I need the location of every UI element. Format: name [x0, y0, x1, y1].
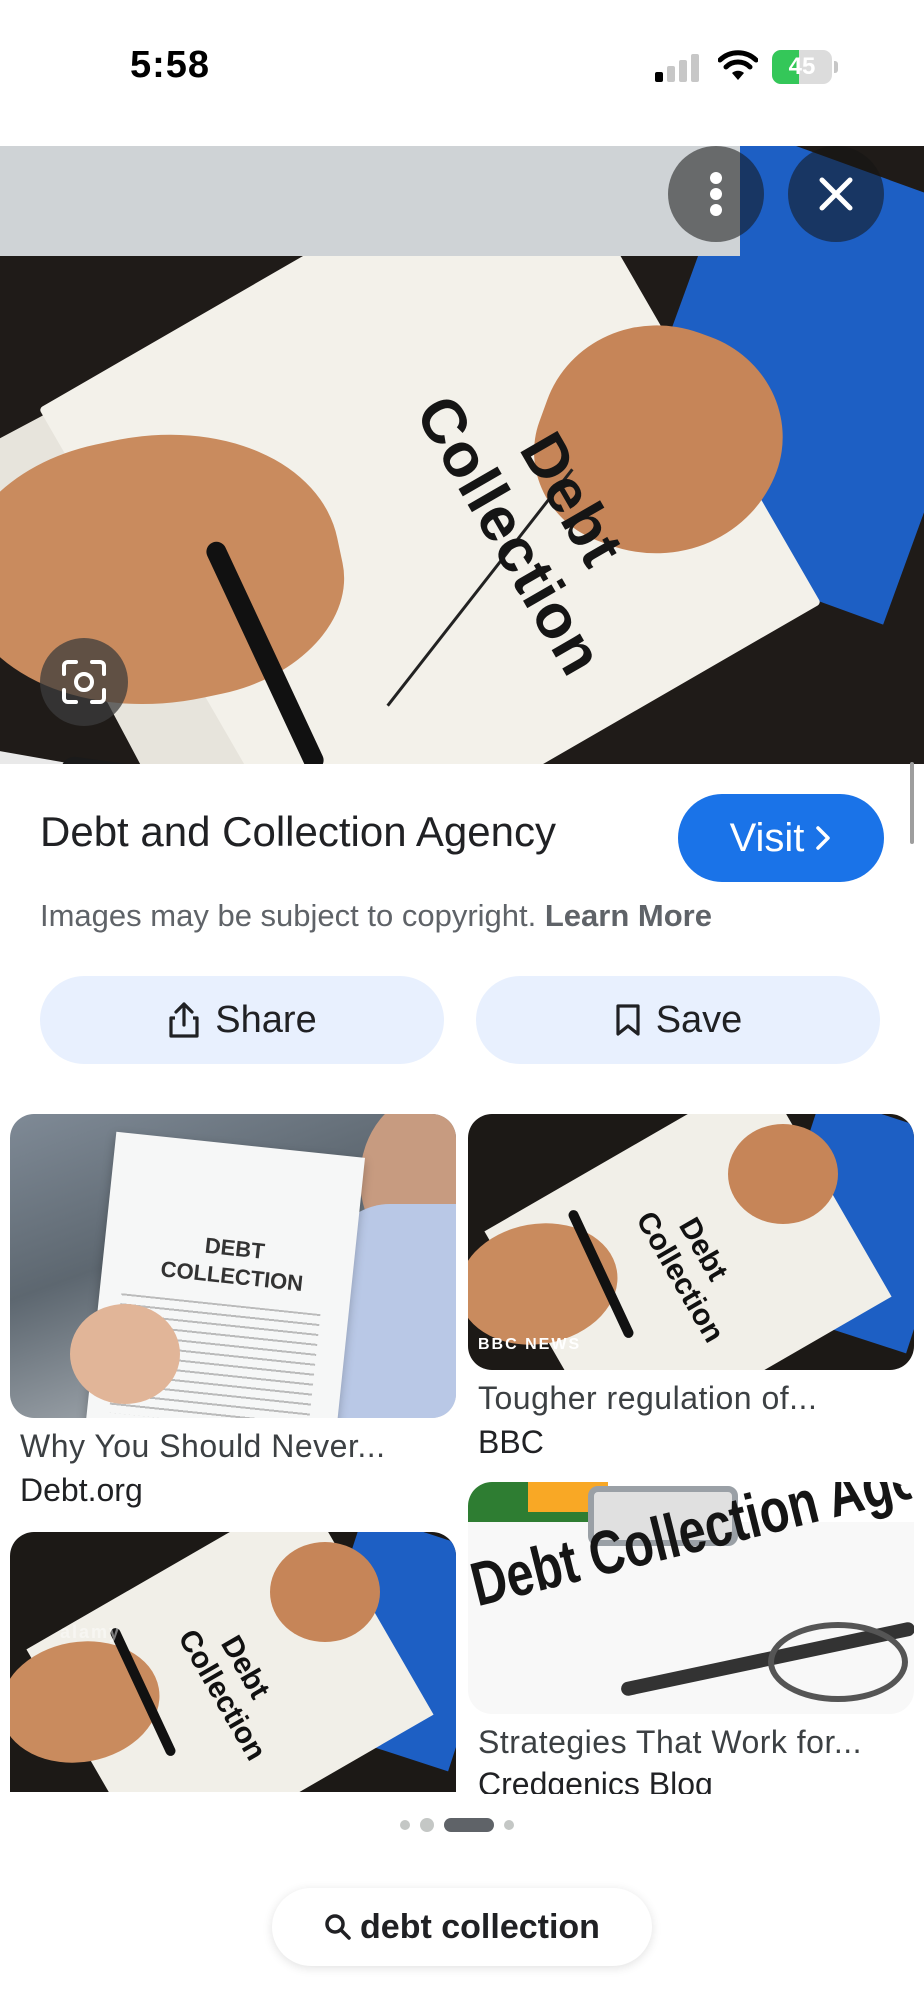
- learn-more-link[interactable]: Learn More: [545, 898, 712, 933]
- search-icon: [325, 1914, 351, 1940]
- pager-dot: [420, 1818, 434, 1832]
- related-result-2[interactable]: Debt Collection BBC NEWS Tougher regulat…: [468, 1114, 914, 1464]
- share-label: Share: [215, 998, 317, 1041]
- copyright-notice: Images may be subject to copyright. Lear…: [40, 898, 712, 934]
- related-source: BBC: [478, 1424, 544, 1460]
- pager-dot-active: [444, 1818, 494, 1832]
- thumb-watermark: alamy: [60, 1622, 122, 1642]
- thumb-doc-title: DEBT COLLECTION: [159, 1232, 305, 1297]
- battery-level-text: 45: [788, 53, 816, 80]
- chevron-right-icon: [816, 826, 831, 850]
- close-button[interactable]: [788, 146, 884, 242]
- related-thumbnail[interactable]: Debt Collection BBC NEWS: [468, 1114, 914, 1370]
- related-thumbnail[interactable]: Debt Collection alamy: [10, 1532, 456, 1792]
- related-thumbnail[interactable]: DEBT COLLECTION: [10, 1114, 456, 1418]
- thumb-watermark: BBC NEWS: [478, 1336, 582, 1353]
- wifi-icon: [718, 50, 758, 80]
- status-bar: 5:58 45: [0, 0, 924, 146]
- lens-search-button[interactable]: [40, 638, 128, 726]
- more-vert-icon: [710, 172, 722, 216]
- visit-button-label: Visit: [729, 815, 805, 860]
- search-query-pill[interactable]: debt collection: [272, 1888, 652, 1966]
- related-title[interactable]: Tougher regulation of...: [478, 1380, 817, 1417]
- copyright-text: Images may be subject to copyright.: [40, 898, 537, 933]
- related-result-1[interactable]: DEBT COLLECTION Why You Should Never... …: [10, 1114, 456, 1514]
- close-icon: [819, 177, 853, 211]
- save-label: Save: [655, 998, 743, 1041]
- lens-icon: [62, 660, 106, 704]
- related-thumbnail[interactable]: Debt Collection Agency: [468, 1482, 914, 1714]
- scrollbar[interactable]: [910, 762, 914, 844]
- related-source: Credgenics Blog: [478, 1766, 713, 1794]
- related-title[interactable]: Why You Should Never...: [20, 1428, 386, 1465]
- related-result-3[interactable]: Debt Collection alamy: [10, 1532, 456, 1792]
- visit-button[interactable]: Visit: [678, 794, 884, 882]
- battery-charging-icon: 45: [772, 50, 838, 84]
- bookmark-icon: [616, 1004, 640, 1036]
- hero-image[interactable]: Debt Collection: [0, 146, 924, 764]
- related-title[interactable]: Strategies That Work for...: [478, 1724, 862, 1761]
- save-button[interactable]: Save: [476, 976, 880, 1064]
- pager-dot: [504, 1820, 514, 1830]
- pager-dot: [400, 1820, 410, 1830]
- search-query-text: debt collection: [360, 1907, 600, 1946]
- status-time: 5:58: [130, 44, 211, 86]
- more-options-button[interactable]: [668, 146, 764, 242]
- related-source: Debt.org: [20, 1472, 143, 1508]
- page-indicator: [400, 1818, 514, 1832]
- signal-icon: [655, 52, 703, 82]
- share-icon: [169, 1002, 199, 1038]
- result-title: Debt and Collection Agency: [40, 808, 556, 855]
- related-result-4[interactable]: Debt Collection Agency Strategies That W…: [468, 1482, 914, 1794]
- share-button[interactable]: Share: [40, 976, 444, 1064]
